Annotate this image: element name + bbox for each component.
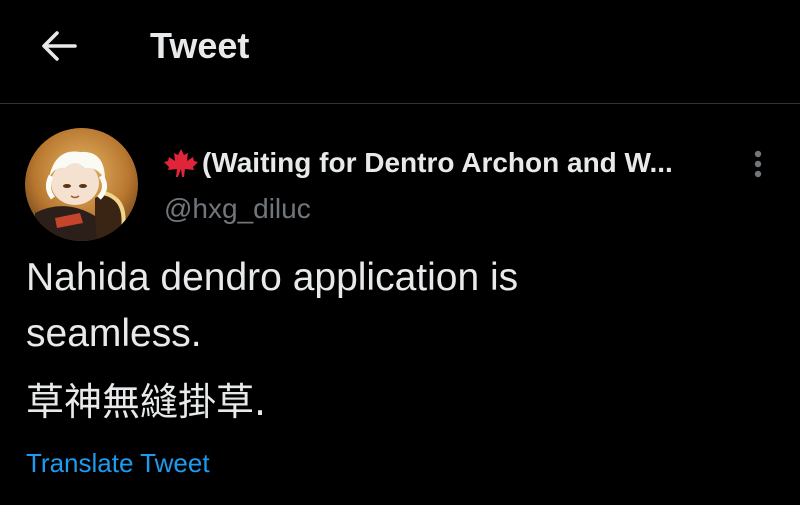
more-options-button[interactable] [742, 146, 774, 182]
vertical-ellipsis-icon [754, 150, 762, 178]
back-button[interactable] [36, 26, 82, 66]
translate-tweet-link[interactable]: Translate Tweet [26, 446, 210, 480]
tweet-text: Nahida dendro application is seamless. [26, 250, 766, 362]
tweet-text-line: seamless. [26, 312, 202, 355]
author-display-name[interactable]: (Waiting for Dentro Archon and W... [163, 145, 723, 181]
avatar[interactable] [25, 128, 138, 241]
page-title: Tweet [150, 25, 250, 66]
author-handle[interactable]: @hxg_diluc [164, 191, 311, 227]
tweet-text-cjk: 草神無縫掛草. [26, 380, 267, 424]
tweet-text-line: Nahida dendro application is [26, 256, 519, 299]
top-bar: Tweet [0, 0, 800, 104]
arrow-left-icon [42, 31, 77, 61]
maple-leaf-icon [164, 149, 198, 177]
display-name-text: (Waiting for Dentro Archon and W... [202, 147, 673, 178]
